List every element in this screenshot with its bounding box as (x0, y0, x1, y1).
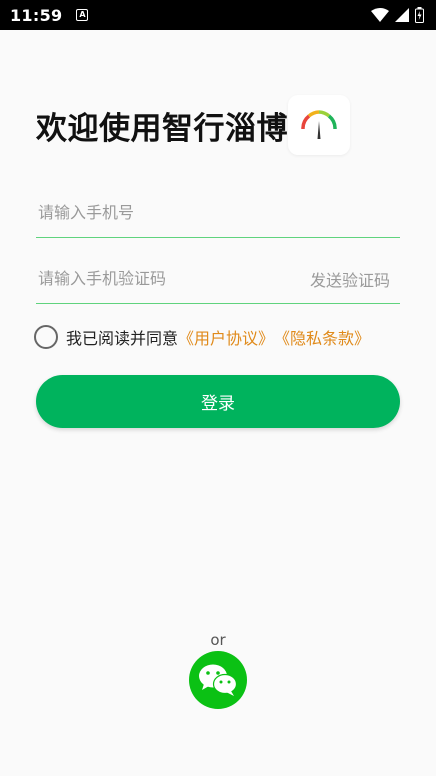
wechat-icon (199, 664, 238, 696)
login-button[interactable]: 登录 (36, 375, 400, 428)
verification-code-input[interactable] (36, 269, 310, 288)
or-divider-label: or (210, 631, 226, 649)
phone-field (36, 188, 400, 238)
phone-input[interactable] (36, 203, 400, 222)
wechat-login-button[interactable] (189, 651, 247, 709)
privacy-policy-link[interactable]: 《隐私条款》 (274, 325, 370, 349)
agree-text: 我已阅读并同意 (66, 329, 179, 348)
code-field: 发送验证码 (36, 254, 400, 304)
status-bar: 11:59 A (0, 0, 436, 30)
user-agreement-link[interactable]: 《用户协议》 (178, 325, 274, 349)
wifi-icon (371, 8, 389, 22)
battery-icon (415, 7, 424, 23)
status-time: 11:59 (10, 5, 63, 25)
welcome-title: 欢迎使用智行淄博 (36, 110, 288, 147)
agree-checkbox[interactable] (34, 325, 58, 349)
status-icons (371, 7, 424, 23)
app-logo (288, 95, 350, 155)
agreement-row: 我已阅读并同意 《用户协议》 《隐私条款》 (34, 325, 370, 349)
welcome-header: 欢迎使用智行淄博 (36, 94, 350, 156)
a-notification-icon: A (76, 9, 89, 21)
send-code-button[interactable]: 发送验证码 (310, 267, 400, 291)
gauge-logo-icon (301, 110, 337, 139)
signal-icon (395, 8, 409, 22)
